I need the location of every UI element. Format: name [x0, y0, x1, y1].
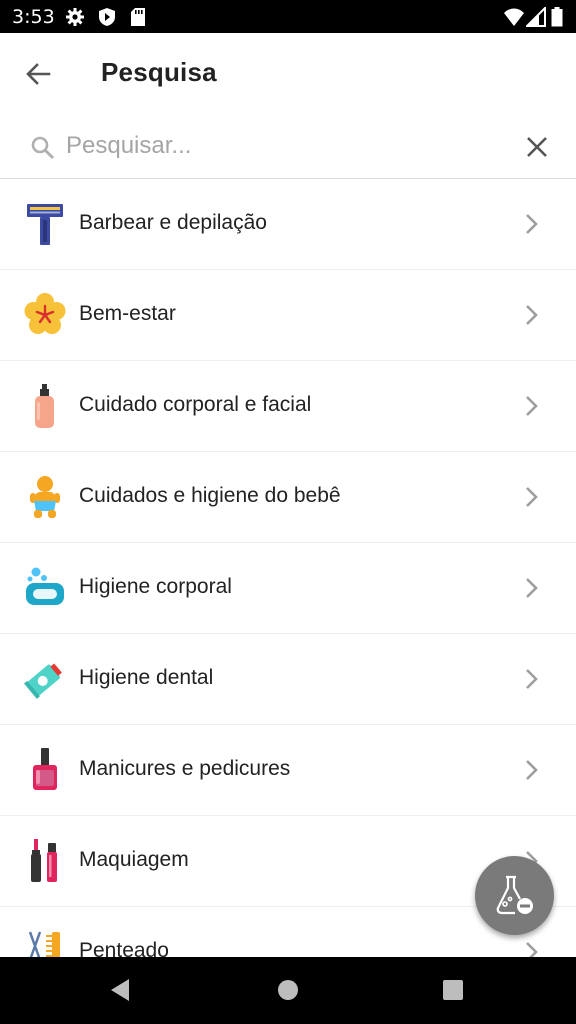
- close-icon: [527, 137, 547, 157]
- chevron-right-icon: [526, 578, 538, 598]
- search-icon: [31, 136, 55, 160]
- razor-icon: [27, 204, 63, 245]
- list-item[interactable]: Cuidados e higiene do bebê: [0, 452, 576, 543]
- status-bar: 3:53: [0, 0, 576, 33]
- list-item[interactable]: Higiene corporal: [0, 543, 576, 634]
- arrow-left-icon: [26, 63, 51, 85]
- baby-icon: [30, 476, 60, 518]
- list-item-label: Higiene dental: [79, 666, 214, 689]
- page-title: Pesquisa: [101, 57, 217, 87]
- toothpaste-icon: [24, 663, 62, 699]
- clear-search-button[interactable]: [522, 132, 552, 162]
- nail-polish-icon: [33, 748, 57, 790]
- list-item[interactable]: Cuidado corporal e facial: [0, 361, 576, 452]
- gear-icon: [66, 8, 84, 26]
- list-item-label: Manicures e pedicures: [79, 757, 291, 780]
- chevron-right-icon: [526, 487, 538, 507]
- list-item[interactable]: Manicures e pedicures: [0, 725, 576, 816]
- wifi-icon: [504, 8, 524, 26]
- sd-card-icon: [131, 8, 145, 26]
- list-item[interactable]: Bem-estar: [0, 270, 576, 361]
- chevron-right-icon: [526, 760, 538, 780]
- chevron-right-icon: [526, 214, 538, 234]
- chevron-right-icon: [526, 396, 538, 416]
- list-item-label: Cuidados e higiene do bebê: [79, 484, 341, 507]
- lotion-bottle-icon: [35, 384, 54, 428]
- chevron-right-icon: [526, 305, 538, 325]
- system-nav-bar: [0, 957, 576, 1024]
- search-input[interactable]: [66, 129, 486, 163]
- back-button[interactable]: [18, 55, 58, 95]
- back-triangle-icon[interactable]: [108, 977, 132, 1003]
- filter-fab-button[interactable]: [475, 856, 554, 935]
- soap-icon: [26, 567, 64, 605]
- home-circle-icon[interactable]: [276, 977, 300, 1003]
- flask-remove-icon: [496, 875, 533, 915]
- chevron-right-icon: [526, 669, 538, 689]
- list-item-label: Higiene corporal: [79, 575, 232, 598]
- signal-icon: [526, 7, 546, 27]
- list-item-label: Cuidado corporal e facial: [79, 393, 312, 416]
- flower-icon: [24, 293, 66, 334]
- search-bar: [0, 115, 576, 179]
- shield-play-icon: [99, 8, 115, 26]
- app-bar: Pesquisa: [0, 33, 576, 115]
- list-item-label: Bem-estar: [79, 302, 176, 325]
- recents-square-icon[interactable]: [441, 977, 465, 1003]
- list-item[interactable]: Barbear e depilação: [0, 179, 576, 270]
- lipstick-icon: [31, 839, 57, 882]
- list-item-label: Barbear e depilação: [79, 211, 267, 234]
- status-time: 3:53: [12, 6, 55, 28]
- battery-icon: [551, 7, 563, 27]
- list-item-label: Maquiagem: [79, 848, 189, 871]
- list-item[interactable]: Higiene dental: [0, 634, 576, 725]
